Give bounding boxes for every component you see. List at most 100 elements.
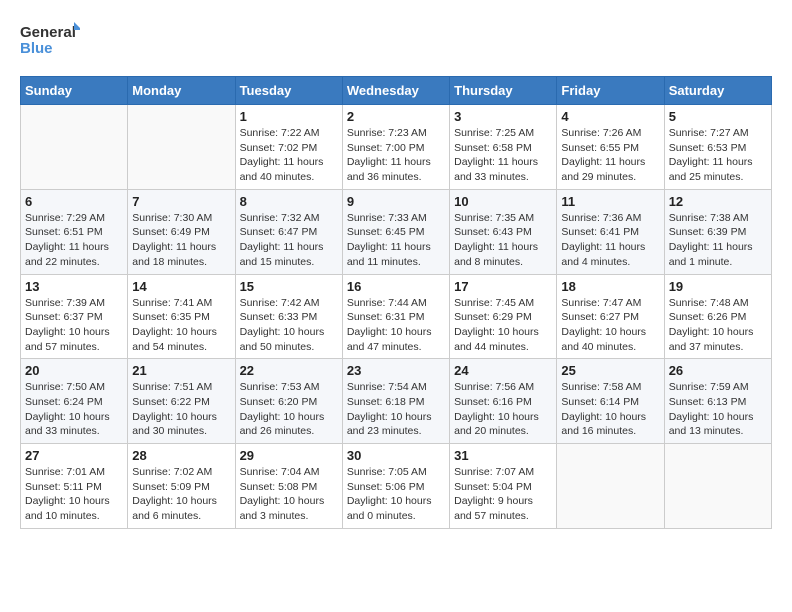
day-detail: Sunrise: 7:54 AMSunset: 6:18 PMDaylight:… (347, 380, 445, 439)
logo: General Blue (20, 20, 80, 60)
calendar-cell: 2 Sunrise: 7:23 AMSunset: 7:00 PMDaylight… (342, 105, 449, 190)
day-number: 23 (347, 363, 445, 378)
day-detail: Sunrise: 7:45 AMSunset: 6:29 PMDaylight:… (454, 296, 552, 355)
weekday-header: Sunday (21, 77, 128, 105)
calendar-cell: 22 Sunrise: 7:53 AMSunset: 6:20 PMDayligh… (235, 359, 342, 444)
weekday-header: Wednesday (342, 77, 449, 105)
calendar-cell: 8 Sunrise: 7:32 AMSunset: 6:47 PMDaylight… (235, 189, 342, 274)
day-number: 29 (240, 448, 338, 463)
day-detail: Sunrise: 7:23 AMSunset: 7:00 PMDaylight:… (347, 126, 445, 185)
day-number: 18 (561, 279, 659, 294)
day-number: 26 (669, 363, 767, 378)
day-number: 17 (454, 279, 552, 294)
calendar-cell: 29 Sunrise: 7:04 AMSunset: 5:08 PMDayligh… (235, 444, 342, 529)
day-detail: Sunrise: 7:33 AMSunset: 6:45 PMDaylight:… (347, 211, 445, 270)
day-detail: Sunrise: 7:53 AMSunset: 6:20 PMDaylight:… (240, 380, 338, 439)
day-number: 20 (25, 363, 123, 378)
calendar-cell: 19 Sunrise: 7:48 AMSunset: 6:26 PMDayligh… (664, 274, 771, 359)
day-detail: Sunrise: 7:56 AMSunset: 6:16 PMDaylight:… (454, 380, 552, 439)
day-number: 2 (347, 109, 445, 124)
day-detail: Sunrise: 7:04 AMSunset: 5:08 PMDaylight:… (240, 465, 338, 524)
day-number: 7 (132, 194, 230, 209)
day-detail: Sunrise: 7:38 AMSunset: 6:39 PMDaylight:… (669, 211, 767, 270)
day-number: 8 (240, 194, 338, 209)
day-detail: Sunrise: 7:44 AMSunset: 6:31 PMDaylight:… (347, 296, 445, 355)
calendar-cell: 1 Sunrise: 7:22 AMSunset: 7:02 PMDaylight… (235, 105, 342, 190)
day-number: 15 (240, 279, 338, 294)
day-number: 6 (25, 194, 123, 209)
calendar-cell: 20 Sunrise: 7:50 AMSunset: 6:24 PMDayligh… (21, 359, 128, 444)
calendar-week-row: 27 Sunrise: 7:01 AMSunset: 5:11 PMDayligh… (21, 444, 772, 529)
day-detail: Sunrise: 7:59 AMSunset: 6:13 PMDaylight:… (669, 380, 767, 439)
calendar-cell: 7 Sunrise: 7:30 AMSunset: 6:49 PMDaylight… (128, 189, 235, 274)
day-detail: Sunrise: 7:39 AMSunset: 6:37 PMDaylight:… (25, 296, 123, 355)
calendar-cell: 21 Sunrise: 7:51 AMSunset: 6:22 PMDayligh… (128, 359, 235, 444)
day-number: 3 (454, 109, 552, 124)
day-detail: Sunrise: 7:35 AMSunset: 6:43 PMDaylight:… (454, 211, 552, 270)
day-number: 11 (561, 194, 659, 209)
calendar-cell: 30 Sunrise: 7:05 AMSunset: 5:06 PMDayligh… (342, 444, 449, 529)
day-detail: Sunrise: 7:51 AMSunset: 6:22 PMDaylight:… (132, 380, 230, 439)
day-detail: Sunrise: 7:36 AMSunset: 6:41 PMDaylight:… (561, 211, 659, 270)
calendar-week-row: 13Sunrise: 7:39 AMSunset: 6:37 PMDayligh… (21, 274, 772, 359)
day-detail: Sunrise: 7:22 AMSunset: 7:02 PMDaylight:… (240, 126, 338, 185)
day-number: 16 (347, 279, 445, 294)
calendar-cell: 5Sunrise: 7:27 AMSunset: 6:53 PMDaylight… (664, 105, 771, 190)
day-number: 1 (240, 109, 338, 124)
calendar-cell (664, 444, 771, 529)
day-number: 27 (25, 448, 123, 463)
day-detail: Sunrise: 7:30 AMSunset: 6:49 PMDaylight:… (132, 211, 230, 270)
day-number: 19 (669, 279, 767, 294)
calendar-cell: 27 Sunrise: 7:01 AMSunset: 5:11 PMDayligh… (21, 444, 128, 529)
calendar-cell: 15 Sunrise: 7:42 AMSunset: 6:33 PMDayligh… (235, 274, 342, 359)
day-detail: Sunrise: 7:47 AMSunset: 6:27 PMDaylight:… (561, 296, 659, 355)
day-number: 25 (561, 363, 659, 378)
calendar-cell: 14Sunrise: 7:41 AMSunset: 6:35 PMDayligh… (128, 274, 235, 359)
day-number: 31 (454, 448, 552, 463)
svg-text:General: General (20, 24, 76, 41)
calendar-cell: 23 Sunrise: 7:54 AMSunset: 6:18 PMDayligh… (342, 359, 449, 444)
day-number: 12 (669, 194, 767, 209)
calendar-week-row: 6Sunrise: 7:29 AMSunset: 6:51 PMDaylight… (21, 189, 772, 274)
weekday-header: Monday (128, 77, 235, 105)
calendar-cell: 16 Sunrise: 7:44 AMSunset: 6:31 PMDayligh… (342, 274, 449, 359)
day-number: 30 (347, 448, 445, 463)
day-number: 22 (240, 363, 338, 378)
calendar-cell: 26 Sunrise: 7:59 AMSunset: 6:13 PMDayligh… (664, 359, 771, 444)
day-detail: Sunrise: 7:01 AMSunset: 5:11 PMDaylight:… (25, 465, 123, 524)
weekday-header: Friday (557, 77, 664, 105)
day-detail: Sunrise: 7:48 AMSunset: 6:26 PMDaylight:… (669, 296, 767, 355)
weekday-header: Saturday (664, 77, 771, 105)
calendar-cell: 3 Sunrise: 7:25 AMSunset: 6:58 PMDaylight… (450, 105, 557, 190)
day-number: 21 (132, 363, 230, 378)
calendar-cell: 6Sunrise: 7:29 AMSunset: 6:51 PMDaylight… (21, 189, 128, 274)
day-detail: Sunrise: 7:05 AMSunset: 5:06 PMDaylight:… (347, 465, 445, 524)
day-detail: Sunrise: 7:07 AMSunset: 5:04 PMDaylight:… (454, 465, 552, 524)
logo-svg: General Blue (20, 20, 80, 60)
weekday-header: Tuesday (235, 77, 342, 105)
calendar-cell (21, 105, 128, 190)
day-detail: Sunrise: 7:26 AMSunset: 6:55 PMDaylight:… (561, 126, 659, 185)
day-detail: Sunrise: 7:42 AMSunset: 6:33 PMDaylight:… (240, 296, 338, 355)
calendar-cell: 25Sunrise: 7:58 AMSunset: 6:14 PMDayligh… (557, 359, 664, 444)
calendar-cell: 31 Sunrise: 7:07 AMSunset: 5:04 PMDayligh… (450, 444, 557, 529)
calendar-week-row: 20 Sunrise: 7:50 AMSunset: 6:24 PMDayligh… (21, 359, 772, 444)
day-number: 28 (132, 448, 230, 463)
calendar-week-row: 1 Sunrise: 7:22 AMSunset: 7:02 PMDaylight… (21, 105, 772, 190)
calendar-cell: 4 Sunrise: 7:26 AMSunset: 6:55 PMDaylight… (557, 105, 664, 190)
day-detail: Sunrise: 7:50 AMSunset: 6:24 PMDaylight:… (25, 380, 123, 439)
day-number: 14 (132, 279, 230, 294)
day-detail: Sunrise: 7:25 AMSunset: 6:58 PMDaylight:… (454, 126, 552, 185)
day-detail: Sunrise: 7:32 AMSunset: 6:47 PMDaylight:… (240, 211, 338, 270)
calendar-cell: 28Sunrise: 7:02 AMSunset: 5:09 PMDayligh… (128, 444, 235, 529)
day-number: 24 (454, 363, 552, 378)
page-header: General Blue (20, 20, 772, 60)
calendar-cell: 11 Sunrise: 7:36 AMSunset: 6:41 PMDayligh… (557, 189, 664, 274)
calendar-cell (128, 105, 235, 190)
day-number: 5 (669, 109, 767, 124)
calendar-cell: 24 Sunrise: 7:56 AMSunset: 6:16 PMDayligh… (450, 359, 557, 444)
calendar-cell: 9Sunrise: 7:33 AMSunset: 6:45 PMDaylight… (342, 189, 449, 274)
weekday-header: Thursday (450, 77, 557, 105)
day-number: 4 (561, 109, 659, 124)
calendar-cell: 18 Sunrise: 7:47 AMSunset: 6:27 PMDayligh… (557, 274, 664, 359)
